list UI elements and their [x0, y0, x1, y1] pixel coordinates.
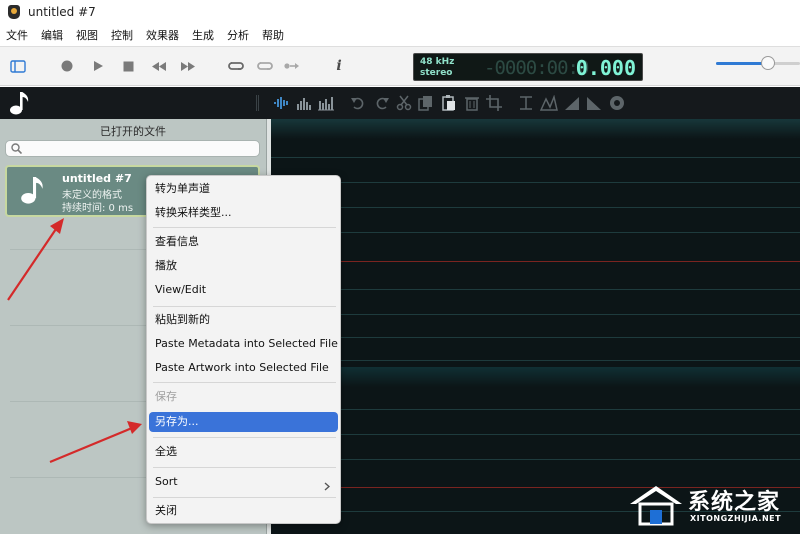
play-icon[interactable]	[87, 55, 109, 77]
info-icon[interactable]: i	[328, 55, 350, 77]
menu-help[interactable]: 帮助	[262, 27, 284, 43]
menu-item-convert-mono[interactable]: 转为单声道	[149, 179, 338, 199]
menu-separator	[153, 382, 336, 383]
menu-separator	[153, 467, 336, 468]
menu-item-view-edit[interactable]: View/Edit	[149, 280, 338, 300]
menu-item-paste-artwork[interactable]: Paste Artwork into Selected File	[149, 358, 338, 378]
grid-line	[271, 434, 800, 435]
record-icon[interactable]	[56, 55, 78, 77]
search-icon	[11, 143, 23, 157]
grid-line	[271, 314, 800, 315]
context-menu: 转为单声道 转换采样类型... 查看信息 播放 View/Edit 粘贴到新的 …	[146, 175, 341, 524]
fade-out-icon[interactable]	[586, 95, 602, 111]
menu-analyze[interactable]: 分析	[227, 27, 249, 43]
spectrum-icon[interactable]	[296, 95, 312, 111]
menu-generate[interactable]: 生成	[192, 27, 214, 43]
grid-line	[271, 232, 800, 233]
grid-line	[271, 157, 800, 158]
sample-rate-label: 48 kHz	[420, 57, 455, 67]
music-note-icon	[20, 175, 46, 208]
copy-icon[interactable]	[418, 95, 434, 111]
rewind-icon[interactable]	[148, 55, 170, 77]
crop-icon[interactable]	[486, 95, 502, 111]
menu-item-show-info[interactable]: 查看信息	[149, 232, 338, 252]
redo-icon[interactable]	[374, 95, 390, 111]
file-duration: 持续时间: 0 ms	[62, 203, 134, 214]
volume-slider[interactable]	[716, 56, 800, 70]
menu-item-convert-sample-type[interactable]: 转换采样类型...	[149, 203, 338, 223]
repeat-icon[interactable]	[254, 55, 276, 77]
spectrogram-icon[interactable]	[318, 95, 334, 111]
toolbar-grip-icon	[256, 95, 259, 111]
menu-item-play[interactable]: 播放	[149, 256, 338, 276]
time-display: 48 kHz stereo -0000:00:0 0.000	[413, 53, 643, 81]
undo-icon[interactable]	[350, 95, 366, 111]
skip-icon[interactable]	[281, 55, 303, 77]
menu-item-paste-metadata[interactable]: Paste Metadata into Selected File	[149, 334, 338, 354]
menu-effects[interactable]: 效果器	[146, 27, 179, 43]
cut-icon[interactable]	[396, 95, 412, 111]
volume-knob[interactable]	[761, 56, 776, 70]
chevron-right-icon	[324, 478, 331, 498]
menu-item-paste-new[interactable]: 粘贴到新的	[149, 310, 338, 330]
watermark-url: XITONGZHIJIA.NET	[690, 514, 782, 523]
menu-item-save: 保存	[155, 390, 177, 403]
delete-icon[interactable]	[464, 95, 480, 111]
menu-separator	[153, 227, 336, 228]
menu-item-sort-label: Sort	[155, 475, 178, 488]
app-logo-icon	[8, 5, 20, 19]
record-small-icon[interactable]	[609, 95, 625, 111]
transport-toolbar: i 48 kHz stereo -0000:00:0 0.000	[0, 46, 800, 86]
channel-separator	[271, 367, 800, 387]
normalize-icon[interactable]	[539, 94, 558, 111]
grid-line	[271, 360, 800, 361]
grid-line	[271, 207, 800, 208]
channel-center-line	[271, 261, 800, 262]
fast-forward-icon[interactable]	[177, 55, 199, 77]
menu-separator	[153, 306, 336, 307]
search-field[interactable]	[5, 140, 260, 157]
sidebar-toggle-icon[interactable]	[7, 55, 29, 77]
menu-separator	[153, 437, 336, 438]
grid-line	[271, 289, 800, 290]
time-value: 0.000	[575, 56, 636, 80]
paste-icon[interactable]	[441, 95, 457, 111]
menu-separator	[153, 497, 336, 498]
channel-mode-label: stereo	[420, 68, 453, 78]
house-logo-icon	[630, 486, 682, 526]
menu-control[interactable]: 控制	[111, 27, 133, 43]
menu-item-save-as[interactable]: 另存为...	[149, 412, 338, 432]
sidebar-title: 已打开的文件	[100, 125, 166, 138]
time-placeholder-digits: -0000:00:0	[484, 57, 589, 79]
edit-toolbar	[0, 87, 800, 119]
watermark-brand: 系统之家	[688, 490, 781, 515]
watermark: 系统之家 XITONGZHIJIA.NET	[622, 478, 800, 534]
menu-edit[interactable]: 编辑	[41, 27, 63, 43]
menu-file[interactable]: 文件	[6, 27, 28, 43]
file-name: untitled #7	[62, 172, 132, 185]
waveform-header-shade	[271, 119, 800, 139]
grid-line	[271, 182, 800, 183]
window-title: untitled #7	[28, 5, 96, 19]
menu-view[interactable]: 视图	[76, 27, 98, 43]
grid-line	[271, 337, 800, 338]
grid-line	[271, 459, 800, 460]
menu-bar: 文件 编辑 视图 控制 效果器 生成 分析 帮助	[0, 24, 800, 46]
stop-icon[interactable]	[117, 55, 139, 77]
grid-line	[271, 409, 800, 410]
menu-item-select-all[interactable]: 全选	[149, 442, 338, 462]
loop-icon[interactable]	[225, 55, 247, 77]
title-bar: untitled #7	[0, 0, 800, 24]
music-note-icon	[9, 91, 31, 118]
fade-in-icon[interactable]	[564, 95, 580, 111]
waveform-icon[interactable]	[274, 95, 290, 111]
waveform-view[interactable]	[271, 119, 800, 534]
menu-item-close[interactable]: 关闭	[149, 501, 338, 521]
trim-icon[interactable]	[518, 95, 534, 111]
menu-item-sort[interactable]: Sort	[149, 472, 338, 492]
